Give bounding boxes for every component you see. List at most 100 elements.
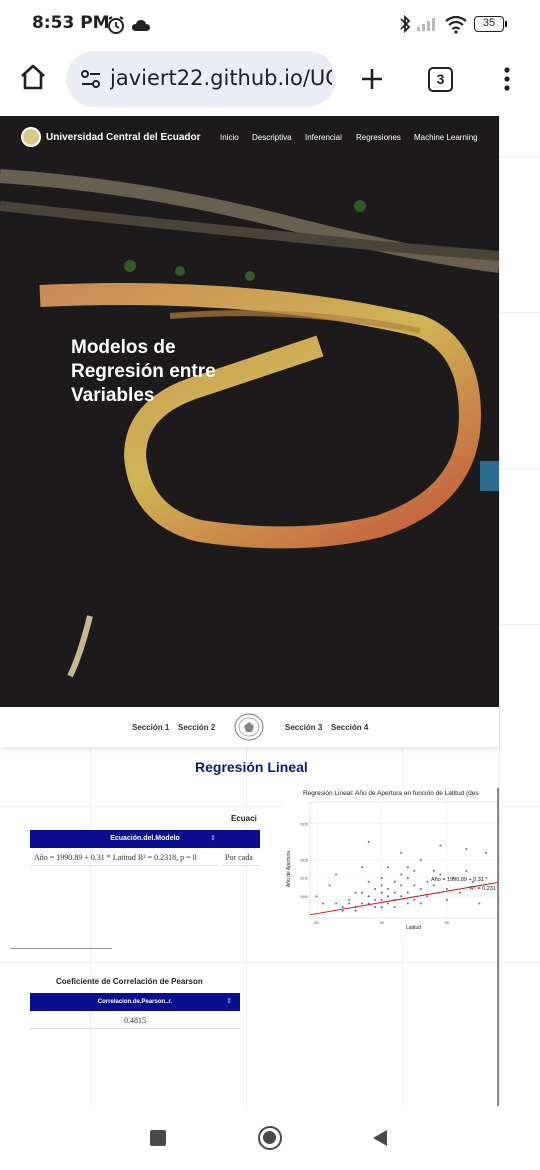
data-point <box>426 895 429 898</box>
data-point <box>341 909 344 912</box>
data-point <box>367 880 370 883</box>
data-point <box>432 884 435 887</box>
data-point <box>406 902 409 905</box>
equation-table-header: Ecuación.del.Modelo ⇕ <box>30 830 260 848</box>
university-logo[interactable] <box>21 127 41 147</box>
data-point <box>367 840 370 843</box>
equation-table-header-label: Ecuación.del.Modelo <box>110 835 180 842</box>
data-point <box>380 884 383 887</box>
data-point <box>374 898 377 901</box>
data-point <box>485 851 487 854</box>
data-point <box>380 906 383 909</box>
data-point <box>361 866 364 869</box>
nav-item-descriptiva[interactable]: Descriptiva <box>252 133 292 142</box>
battery-indicator: 35 <box>474 16 504 32</box>
nav-item-inferencial[interactable]: Inferencial <box>305 133 342 142</box>
data-point <box>465 848 468 851</box>
data-point <box>380 891 383 894</box>
data-point <box>445 888 448 890</box>
sort-icon[interactable]: ⇕ <box>210 830 216 848</box>
data-point <box>400 873 403 876</box>
y-tick-label: 2015 <box>300 859 308 863</box>
status-bar: 8:53 PM 35 <box>0 0 540 48</box>
data-point <box>419 902 422 905</box>
nav-brand[interactable]: Universidad Central del Ecuador <box>46 132 201 143</box>
section-link-2[interactable]: Sección 2 <box>178 723 215 732</box>
data-point <box>335 902 338 905</box>
data-point <box>348 902 351 905</box>
x-tick-label: 40 <box>379 920 384 925</box>
x-tick-label: 50 <box>445 920 450 925</box>
data-point <box>400 851 403 854</box>
data-point <box>406 891 409 894</box>
recents-icon[interactable] <box>150 1130 166 1146</box>
data-point <box>458 891 461 894</box>
grid-line <box>499 156 540 157</box>
data-point <box>413 884 416 887</box>
hero-banner: Universidad Central del Ecuador Inicio D… <box>0 116 499 707</box>
data-point <box>393 891 396 894</box>
y-tick-label: 2005 <box>300 895 308 899</box>
nav-item-machine-learning[interactable]: Machine Learning <box>414 133 478 142</box>
data-point <box>419 888 422 890</box>
data-point <box>341 906 344 909</box>
data-point <box>374 906 377 909</box>
battery-tip <box>505 21 507 27</box>
sort-icon[interactable]: ⇕ <box>226 993 232 1011</box>
home-nav-icon[interactable] <box>258 1126 282 1150</box>
data-point <box>367 895 370 898</box>
grid-line <box>0 962 540 963</box>
section-nav: Sección 1 Sección 2 Sección 3 Sección 4 <box>0 707 499 747</box>
alarm-icon <box>108 16 124 34</box>
data-point <box>465 869 468 872</box>
tab-switcher-button[interactable]: 3 <box>428 67 453 92</box>
wifi-icon <box>445 15 467 34</box>
equation-table-cell: Año = 1990.89 + 0.31 * Latitud R² = 0.23… <box>30 850 218 866</box>
section-link-3[interactable]: Sección 3 <box>285 723 322 732</box>
data-point <box>419 859 422 861</box>
data-point <box>328 884 331 887</box>
frame-border <box>497 788 499 1106</box>
divider <box>10 948 112 949</box>
pearson-table-header: Correlacion.de.Pearson..r. ⇕ <box>30 993 240 1011</box>
nav-item-inicio[interactable]: Inicio <box>220 133 239 142</box>
data-point <box>322 902 324 905</box>
hero-title: Modelos de Regresión entre Variables <box>71 337 216 406</box>
data-point <box>439 873 442 876</box>
equation-table-cell-2: Por cada <box>222 850 260 866</box>
pearson-heading: Coeficiente de Correlación de Pearson <box>56 977 203 986</box>
grid-line <box>499 116 500 1106</box>
back-icon[interactable] <box>371 1128 389 1148</box>
data-point <box>387 866 390 869</box>
grid-line <box>499 312 540 313</box>
home-icon[interactable] <box>19 63 47 91</box>
section-link-4[interactable]: Sección 4 <box>331 723 368 732</box>
regression-chart: Regresión Lineal: Año de Apertura en fun… <box>282 788 499 938</box>
section-link-1[interactable]: Sección 1 <box>132 723 169 732</box>
system-nav-bar <box>0 1106 540 1170</box>
grid-line <box>499 624 540 625</box>
data-point <box>478 902 481 905</box>
cloud-icon <box>132 20 150 31</box>
data-point <box>393 880 396 883</box>
more-menu-icon[interactable] <box>500 66 514 92</box>
data-point <box>406 866 409 869</box>
pearson-value-cell: 0.4815 <box>30 1013 240 1029</box>
university-seal-icon[interactable] <box>234 713 264 741</box>
data-point <box>432 869 435 872</box>
url-text[interactable]: javiert22.github.io/UC <box>110 66 332 90</box>
equation-caption: Ecuaci <box>231 814 257 823</box>
data-point <box>387 902 390 905</box>
nav-item-regresiones[interactable]: Regresiones <box>356 133 401 142</box>
data-point <box>413 869 416 872</box>
hero-background-image <box>0 116 499 707</box>
data-point <box>361 902 364 905</box>
x-tick-label: 30 <box>314 920 319 925</box>
y-tick-label: 2025 <box>300 822 308 826</box>
data-point <box>354 909 357 912</box>
site-settings-icon[interactable] <box>80 68 102 90</box>
data-point <box>387 888 390 890</box>
grid-line <box>246 747 247 1106</box>
new-tab-icon[interactable] <box>360 67 384 91</box>
data-point <box>393 906 396 909</box>
